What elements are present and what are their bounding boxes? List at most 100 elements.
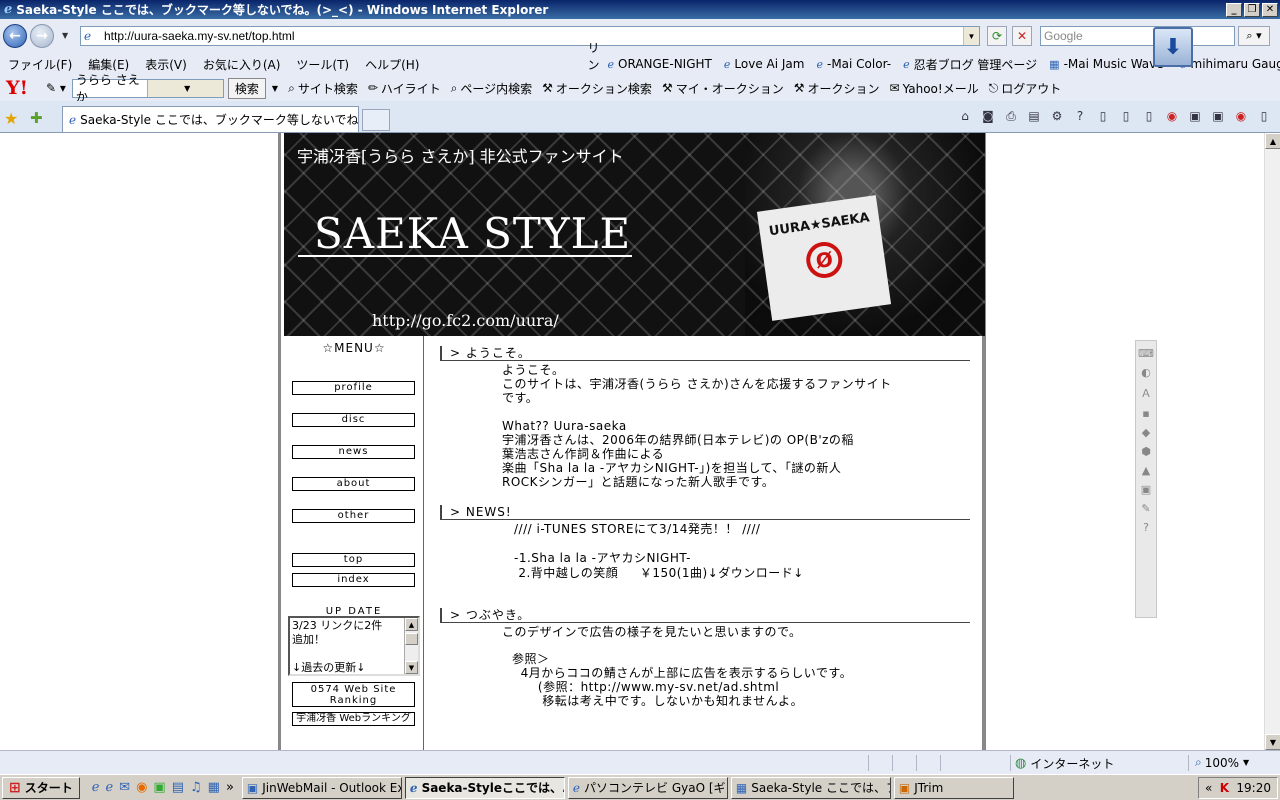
yahoo-mail-button[interactable]: ✉ Yahoo!メール	[890, 80, 979, 97]
link-mai-music-wave[interactable]: ▦ -Mai Music Wave-	[1049, 57, 1168, 71]
menu-file[interactable]: ファイル(F)	[0, 56, 80, 73]
addon-icon[interactable]: ▣	[1187, 108, 1203, 124]
back-button[interactable]: ←	[3, 24, 27, 48]
music-icon[interactable]: ♫	[190, 780, 202, 795]
menu-news-button[interactable]: news	[292, 445, 415, 459]
zoom-control[interactable]: ⌕ 100% ▼	[1195, 755, 1249, 770]
scroll-thumb[interactable]	[405, 633, 418, 645]
ranking-banner[interactable]: 0574 Web Site Ranking	[292, 682, 415, 707]
site-search-button[interactable]: ⌕ サイト検索	[288, 80, 358, 97]
chevron-down-icon[interactable]: ▼	[272, 84, 278, 93]
start-button[interactable]: ⊞ スタート	[2, 776, 80, 799]
menu-disc-button[interactable]: disc	[292, 413, 415, 427]
ime-icon[interactable]: ◐	[1141, 366, 1151, 379]
menu-help[interactable]: ヘルプ(H)	[357, 56, 427, 73]
ime-icon[interactable]: ▪	[1142, 407, 1149, 420]
update-scrollbar[interactable]: ▲ ▼	[404, 618, 418, 674]
ranking-link[interactable]: 宇浦冴香 Webランキング	[292, 712, 415, 726]
help-icon[interactable]: ?	[1072, 108, 1088, 124]
my-auction-button[interactable]: ⚒ マイ・オークション	[662, 80, 784, 97]
ime-icon[interactable]: ◆	[1142, 426, 1150, 439]
chevron-down-icon[interactable]: ▼	[1243, 758, 1249, 767]
ime-icon[interactable]: ▣	[1141, 483, 1151, 496]
app-icon[interactable]: ▣	[153, 780, 165, 795]
menu-view[interactable]: 表示(V)	[137, 56, 195, 73]
favorites-star-icon[interactable]: ★	[4, 109, 18, 128]
maximize-button[interactable]: ❐	[1244, 2, 1260, 17]
menu-other-button[interactable]: other	[292, 509, 415, 523]
search-input[interactable]: Google	[1040, 26, 1235, 46]
menu-index-button[interactable]: index	[292, 573, 415, 587]
firefox-icon[interactable]: ◉	[136, 780, 147, 795]
addon-icon[interactable]: ▯	[1256, 108, 1272, 124]
addon-red-icon[interactable]: ◉	[1164, 108, 1180, 124]
ie-icon[interactable]: ℯ	[92, 780, 100, 795]
addon-icon[interactable]: ▣	[1210, 108, 1226, 124]
minimize-button[interactable]: _	[1226, 2, 1242, 17]
app-icon[interactable]: ▦	[208, 780, 220, 795]
yahoo-search-input[interactable]: うらら さえか ▼	[71, 73, 224, 104]
yahoo-search-button[interactable]: 検索	[227, 77, 266, 99]
scroll-down-icon[interactable]: ▼	[405, 661, 418, 674]
page-search-button[interactable]: ⌕ ページ内検索	[451, 80, 533, 97]
addon-icon[interactable]: ▯	[1095, 108, 1111, 124]
app-icon[interactable]: ▤	[172, 780, 184, 795]
menu-favorites[interactable]: お気に入り(A)	[195, 56, 289, 73]
language-bar[interactable]: ⌨ ◐ Ａ ▪ ◆ ⬢ ▲ ▣ ✎ ?	[1135, 340, 1157, 618]
addon-red-icon[interactable]: ◉	[1233, 108, 1249, 124]
refresh-icon[interactable]: ⟳	[987, 26, 1007, 46]
download-icon[interactable]: ⬇	[1153, 27, 1193, 67]
close-button[interactable]: ✕	[1262, 2, 1278, 17]
chevron-left-icon[interactable]: «	[1205, 781, 1212, 795]
ime-icon[interactable]: ⬢	[1141, 445, 1151, 458]
yahoo-search-dropdown-icon[interactable]: ▼	[147, 79, 223, 97]
link-mihimaru-gauge[interactable]: ℯmihimaru Gauge	[1180, 57, 1280, 71]
scroll-up-icon[interactable]: ▲	[405, 618, 418, 631]
ime-icon[interactable]: Ａ	[1141, 385, 1152, 401]
link-orange-night[interactable]: ℯ ORANGE-NIGHT	[608, 57, 712, 71]
task-saeka-style[interactable]: ▦Saeka-Style ここでは、ブッ...	[730, 776, 891, 799]
stop-icon[interactable]: ✕	[1012, 26, 1032, 46]
print-icon[interactable]: ⎙	[1003, 108, 1019, 124]
task-saeka-style-active[interactable]: ℯ Saeka-Styleここでは、...	[404, 776, 565, 799]
address-bar[interactable]: ℯ http://uura-saeka.my-sv.net/top.html ▼	[80, 26, 980, 46]
auction-button[interactable]: ⚒ オークション	[794, 80, 880, 97]
task-jinwebmail[interactable]: ▣ JinWebMail - Outlook Ex...	[241, 776, 402, 799]
addon-icon[interactable]: ▯	[1118, 108, 1134, 124]
search-icon[interactable]: ⌕ ▾	[1238, 26, 1270, 46]
tab-active[interactable]: ℯ Saeka-Style ここでは、ブックマーク等しないでね。(>_<)	[62, 106, 359, 132]
header-url[interactable]: http://go.fc2.com/uura/	[372, 311, 559, 330]
chevron-right-icon[interactable]: »	[226, 780, 234, 795]
tools-gear-icon[interactable]: ⚙	[1049, 108, 1065, 124]
ime-icon[interactable]: ✎	[1141, 502, 1150, 515]
yahoo-logo[interactable]: Y!	[6, 77, 46, 99]
menu-profile-button[interactable]: profile	[292, 381, 415, 395]
page-menu-icon[interactable]: ▤	[1026, 108, 1042, 124]
logout-button[interactable]: ⎋ ログアウト	[989, 80, 1062, 97]
history-dropdown-icon[interactable]: ▼	[62, 31, 68, 40]
menu-edit[interactable]: 編集(E)	[80, 56, 137, 73]
mail-icon[interactable]: ✉	[119, 780, 130, 795]
home-icon[interactable]: ⌂	[957, 108, 973, 124]
addon-icon[interactable]: ▯	[1141, 108, 1157, 124]
keyboard-icon[interactable]: ⌨	[1138, 347, 1154, 360]
update-textarea[interactable]: 3/23 リンクに2件 追加！ ↓過去の更新↓ ▲ ▼	[288, 616, 420, 676]
scroll-up-icon[interactable]: ▲	[1265, 133, 1280, 149]
rss-icon[interactable]: ◙	[980, 108, 996, 124]
clock[interactable]: 19:20	[1236, 781, 1271, 795]
pen-icon[interactable]: ✎ ▾	[46, 81, 66, 95]
address-dropdown-icon[interactable]: ▼	[963, 27, 979, 45]
ie-icon[interactable]: ℯ	[105, 780, 113, 795]
link-love-ai-jam[interactable]: ℯ Love Ai Jam	[724, 57, 805, 71]
menu-about-button[interactable]: about	[292, 477, 415, 491]
help-icon[interactable]: ?	[1143, 521, 1149, 534]
ime-icon[interactable]: ▲	[1142, 464, 1150, 477]
highlight-button[interactable]: ✏ ハイライト	[368, 80, 441, 97]
link-mai-color[interactable]: ℯ -Mai Color-	[816, 57, 891, 71]
update-past-link[interactable]: ↓過去の更新↓	[292, 661, 404, 675]
forward-button[interactable]: →	[30, 24, 54, 48]
auction-search-button[interactable]: ⚒ オークション検索	[542, 80, 652, 97]
task-gyao[interactable]: ℯパソコンテレビ GyaO [ギャ...	[567, 776, 728, 799]
link-ninja-blog[interactable]: ℯ 忍者ブログ 管理ページ	[903, 56, 1037, 73]
page-scrollbar[interactable]: ▲ ▼	[1264, 133, 1280, 750]
